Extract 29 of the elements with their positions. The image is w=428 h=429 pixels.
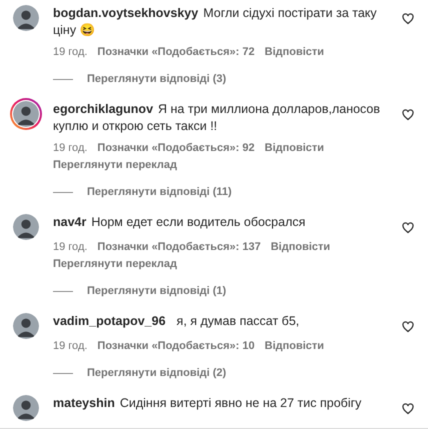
view-replies-link[interactable]: Переглянути відповіді (11) (87, 185, 232, 200)
comment-text: egorchiklagunov Я на три миллиона долларов,ланосов куплю и открою сеть такси !! (53, 102, 380, 133)
comment-text: nav4r Норм едет если водитель обосрался (53, 215, 306, 229)
comment-time: 19 год. (53, 339, 88, 354)
reply-link[interactable]: Відповісти (270, 240, 330, 255)
translation-link[interactable]: Переглянути переклад (53, 158, 178, 173)
comment-text: bogdan.voytsekhovskyy Могли сідухі постірати за таку ціну 😆 (53, 6, 377, 37)
translation-link[interactable]: Переглянути переклад (53, 257, 178, 272)
view-replies-link[interactable]: Переглянути відповіді (1) (87, 284, 226, 299)
view-replies-link[interactable]: Переглянути відповіді (3) (87, 72, 226, 87)
likes-count[interactable]: Позначки «Подобається»: 72 (97, 45, 255, 60)
heart-icon[interactable] (402, 109, 414, 121)
comment-text: vadim_potapov_96 я, я думав пассат б5, (53, 314, 300, 328)
reply-link[interactable]: Відповісти (264, 45, 324, 60)
comment-text: mateyshin Сидіння витерті явно не на 27 тис пробігу (53, 396, 362, 410)
heart-icon[interactable] (402, 321, 414, 333)
reply-link[interactable]: Відповісти (264, 339, 324, 354)
likes-count[interactable]: Позначки «Подобається»: 92 (97, 141, 255, 156)
heart-icon[interactable] (402, 13, 414, 25)
view-replies-link[interactable]: Переглянути відповіді (2) (87, 366, 226, 381)
comment-time: 19 год. (53, 240, 88, 255)
likes-count[interactable]: Позначки «Подобається»: 10 (97, 339, 255, 354)
comment-time: 19 год. (53, 45, 88, 60)
reply-link[interactable]: Відповісти (264, 141, 324, 156)
avatar[interactable] (10, 98, 42, 130)
comment-time: 19 год. (53, 141, 88, 156)
likes-count[interactable]: Позначки «Подобається»: 137 (97, 240, 261, 255)
heart-icon[interactable] (402, 403, 414, 415)
heart-icon[interactable] (402, 222, 414, 234)
